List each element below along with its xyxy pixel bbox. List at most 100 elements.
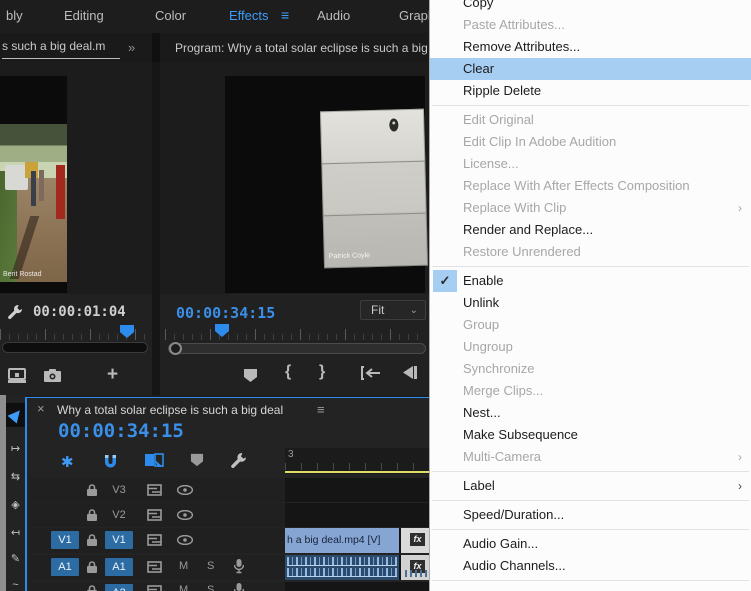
track-target-a2[interactable]: A2 (105, 584, 133, 591)
menu-item-speed-duration[interactable]: Speed/Duration... (430, 504, 751, 526)
selection-tool[interactable] (6, 403, 25, 427)
audio-clip[interactable] (285, 555, 399, 580)
program-scrollbar[interactable] (168, 343, 426, 354)
timeline-settings-wrench-icon[interactable] (230, 452, 247, 469)
menu-item-remove-attributes[interactable]: Remove Attributes... (430, 36, 751, 58)
nest-sequences-icon[interactable]: ✱ (61, 453, 74, 471)
lock-icon[interactable] (87, 585, 97, 591)
track-select-tool[interactable]: ↦ (6, 437, 25, 461)
card-pin (389, 119, 398, 132)
photo-person (39, 170, 44, 202)
menu-separator (430, 497, 751, 504)
menu-item-audio-gain[interactable]: Audio Gain... (430, 533, 751, 555)
menu-item-clear[interactable]: Clear (430, 58, 751, 80)
menu-item-label[interactable]: Label› (430, 475, 751, 497)
mark-in-icon[interactable]: { (285, 363, 291, 381)
source-patch-a1[interactable]: A1 (51, 558, 79, 576)
solo-button[interactable]: S (207, 560, 214, 572)
camera-icon[interactable] (44, 369, 61, 382)
track-target-v2[interactable]: V2 (105, 506, 133, 524)
workspace-tab-color[interactable]: Color (155, 8, 186, 23)
menu-separator (430, 526, 751, 533)
menu-item-unlink[interactable]: Unlink (430, 292, 751, 314)
workspace-menu-icon[interactable]: ≡ (281, 7, 289, 23)
fit-dropdown[interactable]: Fit ⌄ (360, 300, 426, 320)
mic-icon[interactable] (234, 583, 244, 591)
solo-button[interactable]: S (207, 584, 214, 591)
menu-item-ripple-delete[interactable]: Ripple Delete (430, 80, 751, 102)
workspace-tab-editing[interactable]: Editing (64, 8, 104, 23)
tab-overflow-icon[interactable]: » (128, 40, 133, 55)
snap-magnet-icon[interactable] (102, 452, 119, 469)
eye-icon[interactable] (177, 510, 193, 520)
track-header-a1: A1 A1 M S (29, 555, 285, 580)
fit-dropdown-value: Fit (371, 303, 384, 317)
add-button-icon[interactable]: + (107, 364, 118, 386)
menu-item-license: License... (430, 153, 751, 175)
track-header-a2: A2 M S (29, 582, 285, 591)
program-ruler[interactable] (165, 325, 426, 340)
menu-item-restore-unrendered: Restore Unrendered (430, 241, 751, 263)
lock-icon[interactable] (87, 484, 97, 496)
menu-separator (430, 577, 751, 584)
export-frame-icon[interactable] (8, 368, 26, 384)
sync-lock-icon[interactable] (147, 585, 162, 591)
menu-item-nest[interactable]: Nest... (430, 402, 751, 424)
lock-icon[interactable] (87, 561, 97, 573)
workspace-tab-effects[interactable]: Effects (229, 8, 269, 23)
add-marker-icon[interactable] (190, 453, 204, 467)
close-icon[interactable]: × (37, 401, 45, 416)
menu-item-audio-channels[interactable]: Audio Channels... (430, 555, 751, 577)
program-monitor-tab[interactable]: Program: Why a total solar eclipse is su… (175, 41, 428, 55)
track-target-v1[interactable]: V1 (105, 531, 133, 549)
mark-out-icon[interactable]: } (319, 363, 325, 381)
add-marker-icon[interactable] (243, 368, 258, 383)
ripple-edit-tool[interactable]: ⇆ (6, 465, 25, 489)
timeline-timecode[interactable]: 00:00:34:15 (58, 420, 184, 442)
mute-button[interactable]: M (179, 560, 188, 572)
source-scrollbar[interactable] (2, 342, 148, 353)
tools-panel: ↦ ⇆ ◈ ↤ ✎ ~ (6, 395, 25, 591)
program-watermark: Patrick Coyle (329, 252, 370, 260)
workspace-tab-bly[interactable]: bly (6, 8, 23, 23)
menu-item-make-subsequence[interactable]: Make Subsequence (430, 424, 751, 446)
settings-wrench-icon[interactable] (7, 304, 23, 320)
source-patch-v1[interactable]: V1 (51, 531, 79, 549)
lock-icon[interactable] (87, 509, 97, 521)
eye-icon[interactable] (177, 485, 193, 495)
sync-lock-icon[interactable] (147, 484, 162, 496)
workspace-tab-audio[interactable]: Audio (317, 8, 350, 23)
track-header-v1: V1 V1 (29, 528, 285, 553)
razor-tool[interactable]: ◈ (6, 493, 25, 517)
go-to-in-icon[interactable] (359, 366, 381, 380)
linked-selection-icon[interactable] (145, 452, 164, 468)
menu-item-copy[interactable]: Copy (430, 0, 751, 14)
source-toolbar: + (0, 360, 152, 394)
panel-menu-icon[interactable]: ≡ (317, 402, 325, 417)
hand-tool[interactable]: ~ (6, 573, 25, 591)
track-target-v3[interactable]: V3 (105, 481, 133, 499)
mic-icon[interactable] (234, 559, 244, 574)
sync-lock-icon[interactable] (147, 509, 162, 521)
step-back-icon[interactable] (402, 366, 418, 379)
menu-item-ungroup: Ungroup (430, 336, 751, 358)
ruler-tick-label: 3 (288, 449, 294, 460)
pen-tool[interactable]: ✎ (6, 547, 25, 571)
menu-item-enable[interactable]: Enable✓ (430, 270, 751, 292)
source-video-thumbnail: Berit Rostad (0, 124, 67, 282)
menu-item-render-and-replace[interactable]: Render and Replace... (430, 219, 751, 241)
eye-icon[interactable] (177, 535, 193, 545)
mute-button[interactable]: M (179, 584, 188, 591)
track-target-a1[interactable]: A1 (105, 558, 133, 576)
photo-person-red (56, 165, 65, 219)
lock-icon[interactable] (87, 534, 97, 546)
source-monitor-tab[interactable]: s such a big deal.m (2, 39, 120, 59)
video-clip-label: h a big deal.mp4 [V] (285, 528, 399, 552)
source-video-frame: Berit Rostad (0, 76, 67, 293)
submenu-arrow-icon: › (738, 446, 742, 468)
slip-tool[interactable]: ↤ (6, 521, 25, 545)
scrollbar-knob[interactable] (169, 342, 182, 355)
sync-lock-icon[interactable] (147, 561, 162, 573)
sync-lock-icon[interactable] (147, 534, 162, 546)
video-clip[interactable]: h a big deal.mp4 [V] (285, 528, 399, 553)
